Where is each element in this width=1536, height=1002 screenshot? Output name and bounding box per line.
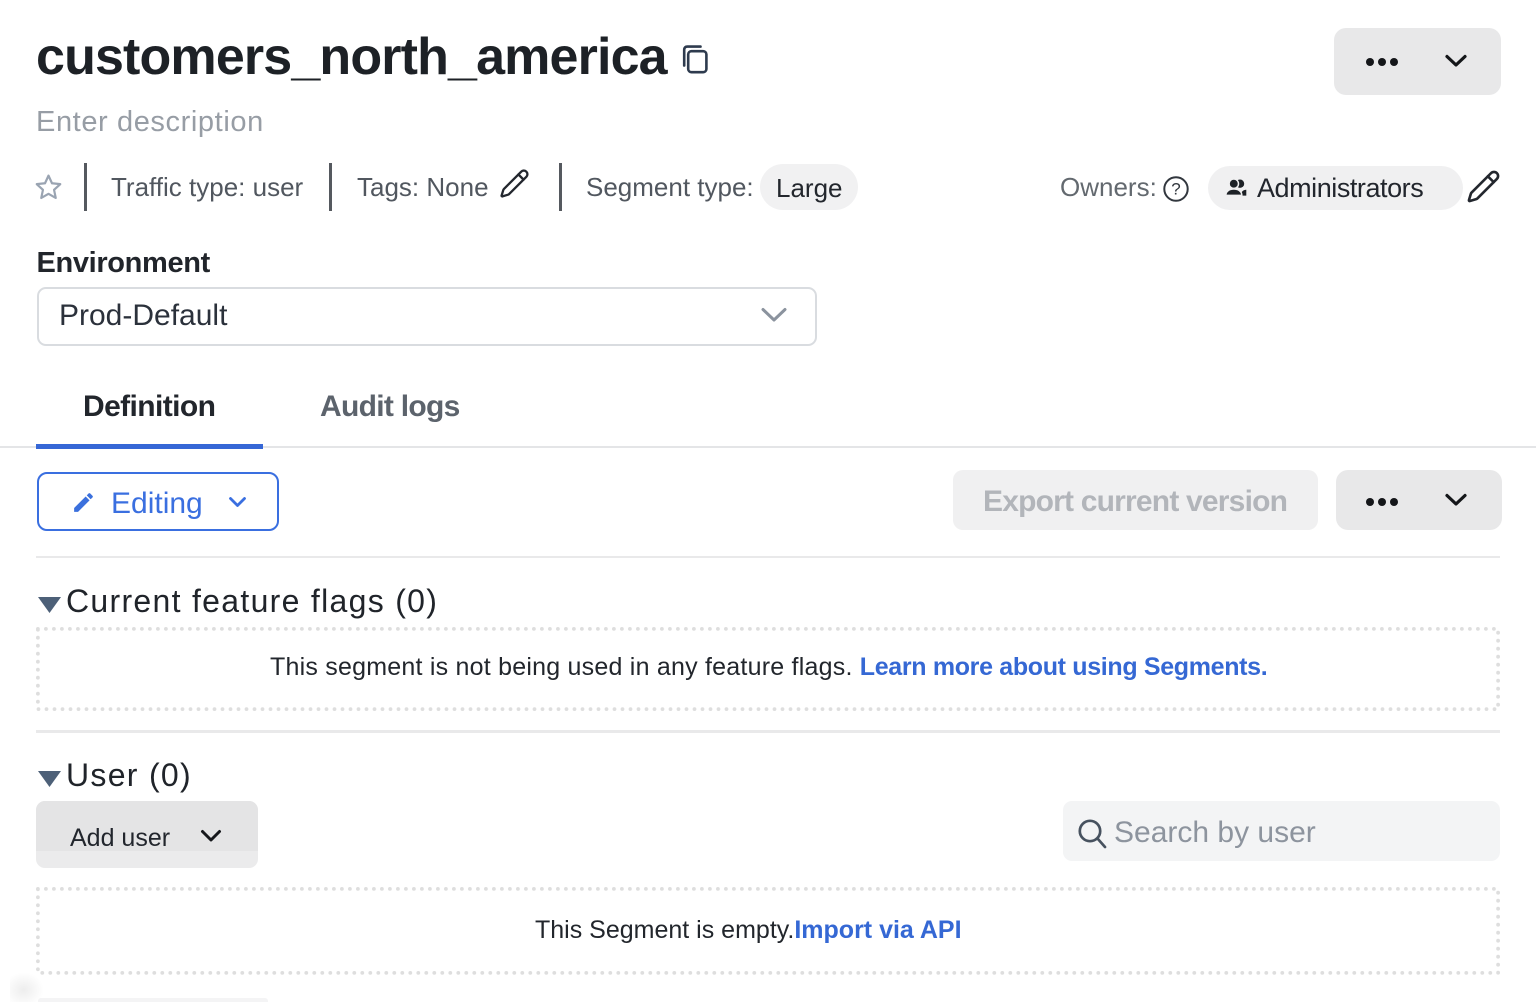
svg-text:?: ? [1171,180,1180,199]
